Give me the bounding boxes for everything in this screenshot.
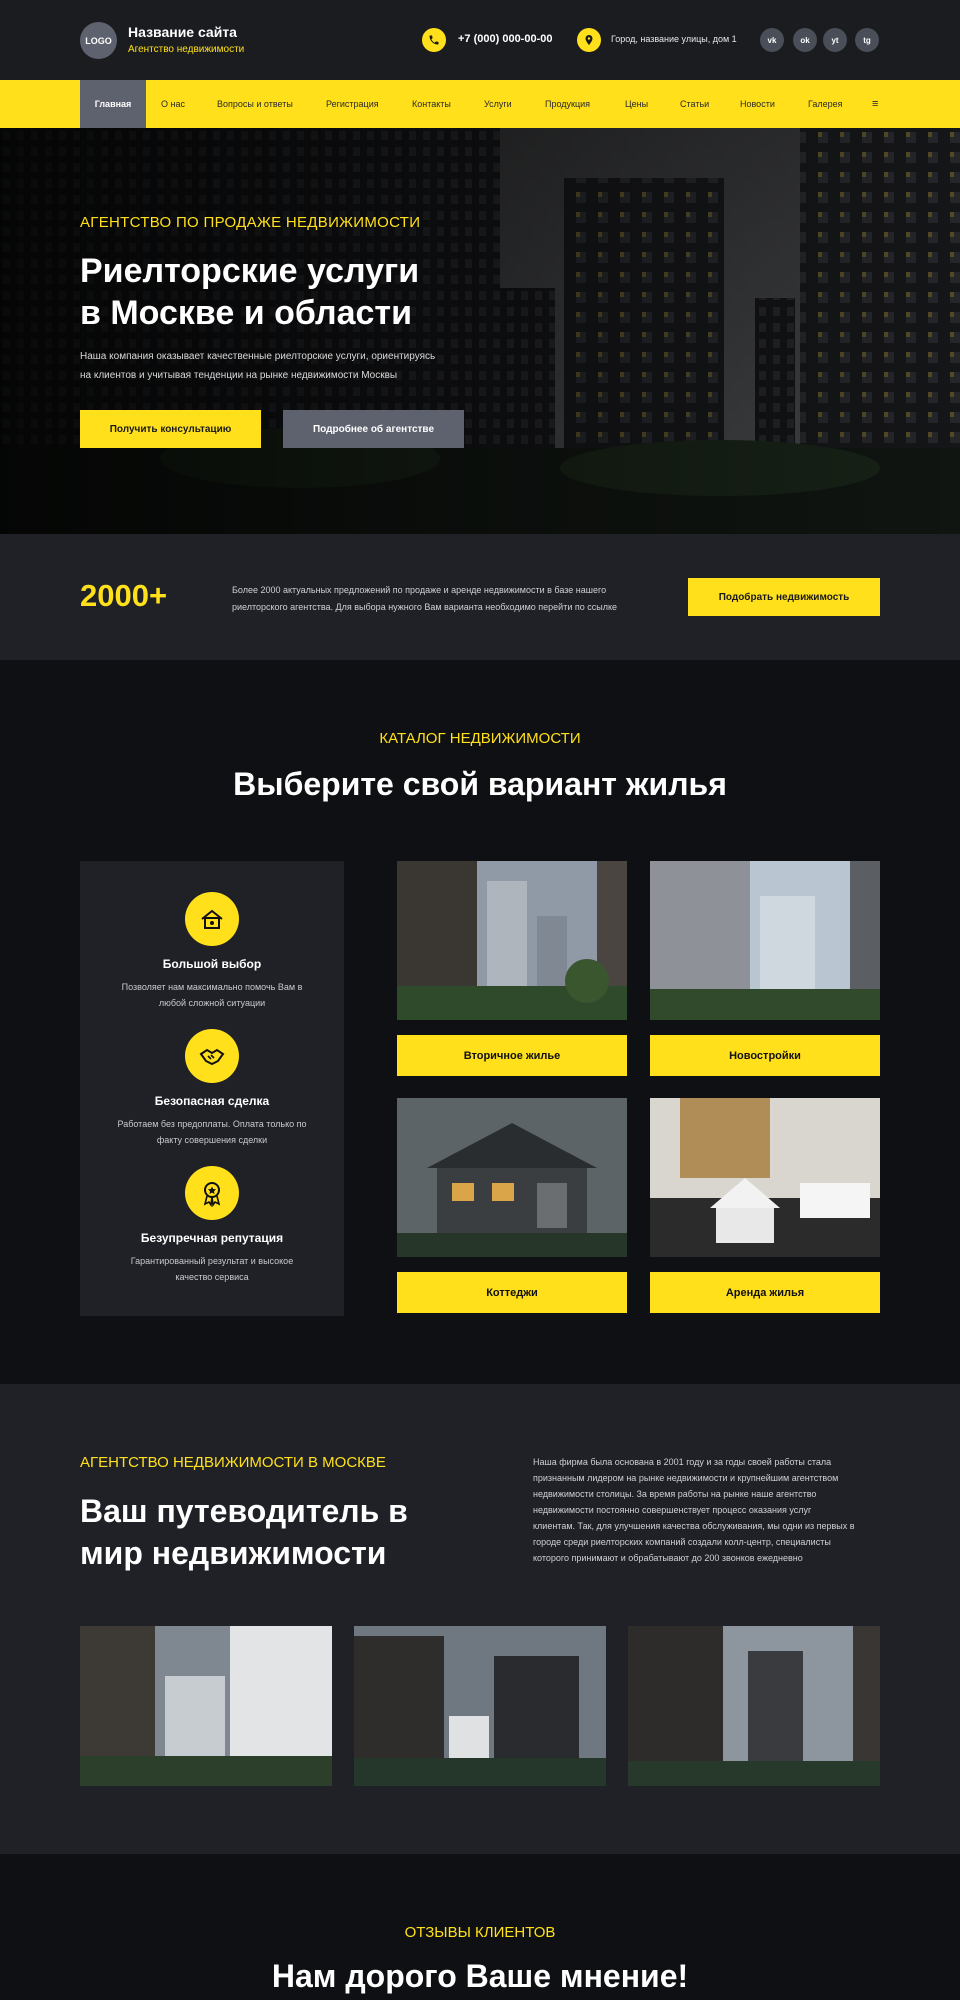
catalog-kicker: КАТАЛОГ НЕДВИЖИМОСТИ bbox=[379, 730, 581, 747]
feature-title: Безопасная сделка bbox=[154, 1094, 270, 1108]
handshake-icon bbox=[185, 1029, 239, 1083]
get-consultation-button[interactable]: Получить консультацию bbox=[80, 410, 261, 448]
site-subtitle: Агентство недвижимости bbox=[128, 44, 245, 55]
nav-item-products[interactable]: Продукция bbox=[545, 80, 590, 128]
feature-item: Безопасная сделка Работаем без предоплат… bbox=[80, 1029, 344, 1148]
feature-description: Работаем без предоплаты. Оплата только п… bbox=[107, 1116, 317, 1148]
feature-title: Большой выбор bbox=[162, 957, 262, 971]
about-description-line: клиентам. Так, для улучшения качества об… bbox=[533, 1521, 855, 1531]
feature-description-line-1: Работаем без предоплаты. Оплата только п… bbox=[117, 1119, 307, 1129]
rental-housing-image[interactable] bbox=[650, 1098, 880, 1257]
site-name[interactable]: Название сайта bbox=[128, 24, 237, 40]
features-panel: Большой выбор Позволяет нам максимально … bbox=[80, 861, 344, 1316]
about-title-line-1: Ваш путеводитель в bbox=[80, 1493, 408, 1529]
secondary-housing-image[interactable] bbox=[397, 861, 627, 1020]
listings-count: 2000+ bbox=[80, 578, 168, 613]
hero-title: Риелторские услуги в Москве и области bbox=[80, 250, 560, 334]
vk-icon[interactable]: vk bbox=[760, 28, 784, 52]
gallery-image[interactable] bbox=[628, 1626, 880, 1786]
hero-section: АГЕНТСТВО ПО ПРОДАЖЕ НЕДВИЖИМОСТИ Риелто… bbox=[0, 128, 960, 534]
feature-item: Безупречная репутация Гарантированный ре… bbox=[80, 1166, 344, 1285]
rental-housing-button[interactable]: Аренда жилья bbox=[650, 1272, 880, 1313]
address: Город, название улицы, дом 1 bbox=[611, 34, 737, 44]
about-description-line: которого принимают и обрабатывают до 200… bbox=[533, 1553, 803, 1563]
stats-description: Более 2000 актуальных предложений по про… bbox=[232, 582, 652, 616]
feature-description-line-1: Гарантированный результат и высокое bbox=[130, 1256, 294, 1266]
nav-item-prices[interactable]: Цены bbox=[625, 80, 648, 128]
logo[interactable]: LOGO bbox=[80, 22, 117, 59]
catalog-title: Выберите свой вариант жилья bbox=[233, 766, 727, 802]
phone-number[interactable]: +7 (000) 000-00-00 bbox=[458, 33, 552, 45]
about-description-line: недвижимости столицы. За время работы на… bbox=[533, 1489, 817, 1499]
hero-kicker: АГЕНТСТВО ПО ПРОДАЖЕ НЕДВИЖИМОСТИ bbox=[80, 214, 421, 231]
odnoklassniki-icon[interactable]: ok bbox=[793, 28, 817, 52]
feature-description: Гарантированный результат и высокое каче… bbox=[107, 1253, 317, 1285]
new-buildings-button[interactable]: Новостройки bbox=[650, 1035, 880, 1076]
feature-title: Безупречная репутация bbox=[140, 1231, 284, 1245]
nav-item-faq[interactable]: Вопросы и ответы bbox=[217, 80, 293, 128]
youtube-icon[interactable]: yt bbox=[823, 28, 847, 52]
feature-description-line-1: Позволяет нам максимально помочь Вам в bbox=[121, 982, 303, 992]
feature-description-line-2: факту совершения сделки bbox=[156, 1135, 268, 1145]
hero-title-line-1: Риелторские услуги bbox=[80, 252, 420, 290]
nav-item-news[interactable]: Новости bbox=[740, 80, 775, 128]
award-medal-icon bbox=[185, 1166, 239, 1220]
about-description: Наша фирма была основана в 2001 году и з… bbox=[533, 1454, 883, 1566]
gallery-image[interactable] bbox=[80, 1626, 332, 1786]
nav-item-services[interactable]: Услуги bbox=[484, 80, 512, 128]
about-description-line: Наша фирма была основана в 2001 году и з… bbox=[533, 1457, 832, 1467]
nav-item-articles[interactable]: Статьи bbox=[680, 80, 709, 128]
catalog-section: КАТАЛОГ НЕДВИЖИМОСТИ Выберите свой вариа… bbox=[0, 660, 960, 1384]
top-header: LOGO Название сайта Агентство недвижимос… bbox=[0, 0, 960, 80]
reviews-title: Нам дорого Ваше мнение! bbox=[271, 1958, 689, 1994]
nav-item-contacts[interactable]: Контакты bbox=[412, 80, 451, 128]
feature-item: Большой выбор Позволяет нам максимально … bbox=[80, 892, 344, 1011]
location-pin-icon bbox=[577, 28, 601, 52]
gallery-image[interactable] bbox=[354, 1626, 606, 1786]
about-description-line: недвижимости постоянно совершенствует пр… bbox=[533, 1505, 812, 1515]
hero-description-line-2: на клиентов и учитывая тенденции на рынк… bbox=[80, 370, 398, 381]
phone-icon bbox=[422, 28, 446, 52]
secondary-housing-button[interactable]: Вторичное жилье bbox=[397, 1035, 627, 1076]
hero-title-line-2: в Москве и области bbox=[80, 294, 412, 332]
hero-description-line-1: Наша компания оказывает качественные рие… bbox=[80, 351, 436, 362]
about-title: Ваш путеводитель в мир недвижимости bbox=[80, 1490, 480, 1574]
hero-description: Наша компания оказывает качественные рие… bbox=[80, 347, 480, 385]
feature-description-line-2: любой сложной ситуации bbox=[158, 998, 266, 1008]
stats-description-line-1: Более 2000 актуальных предложений по про… bbox=[232, 585, 607, 595]
feature-description-line-2: качество сервиса bbox=[175, 1272, 249, 1282]
nav-item-home[interactable]: Главная bbox=[80, 80, 146, 128]
feature-description: Позволяет нам максимально помочь Вам в л… bbox=[107, 979, 317, 1011]
nav-more-icon[interactable]: ≡ bbox=[872, 80, 878, 128]
find-property-button[interactable]: Подобрать недвижимость bbox=[688, 578, 880, 616]
nav-item-about[interactable]: О нас bbox=[161, 80, 185, 128]
about-title-line-2: мир недвижимости bbox=[80, 1535, 387, 1571]
about-kicker: АГЕНТСТВО НЕДВИЖИМОСТИ В МОСКВЕ bbox=[80, 1454, 386, 1471]
stats-description-line-2: риелторского агентства. Для выбора нужно… bbox=[232, 602, 617, 612]
cottages-image[interactable] bbox=[397, 1098, 627, 1257]
cottages-button[interactable]: Коттеджи bbox=[397, 1272, 627, 1313]
reviews-section: ОТЗЫВЫ КЛИЕНТОВ Нам дорого Ваше мнение! bbox=[0, 1854, 960, 2000]
stats-strip: 2000+ Более 2000 актуальных предложений … bbox=[0, 534, 960, 660]
telegram-icon[interactable]: tg bbox=[855, 28, 879, 52]
nav-item-gallery[interactable]: Галерея bbox=[808, 80, 843, 128]
new-buildings-image[interactable] bbox=[650, 861, 880, 1020]
house-key-icon bbox=[185, 892, 239, 946]
reviews-kicker: ОТЗЫВЫ КЛИЕНТОВ bbox=[404, 1924, 556, 1941]
main-nav: Главная О нас Вопросы и ответы Регистрац… bbox=[0, 80, 960, 128]
about-section: АГЕНТСТВО НЕДВИЖИМОСТИ В МОСКВЕ Ваш путе… bbox=[0, 1384, 960, 1854]
about-agency-button[interactable]: Подробнее об агентстве bbox=[283, 410, 464, 448]
about-description-line: признанным лидером на рынке недвижимости… bbox=[533, 1473, 839, 1483]
nav-item-registration[interactable]: Регистрация bbox=[326, 80, 379, 128]
about-description-line: городе среди риелторских компаний создал… bbox=[533, 1537, 831, 1547]
